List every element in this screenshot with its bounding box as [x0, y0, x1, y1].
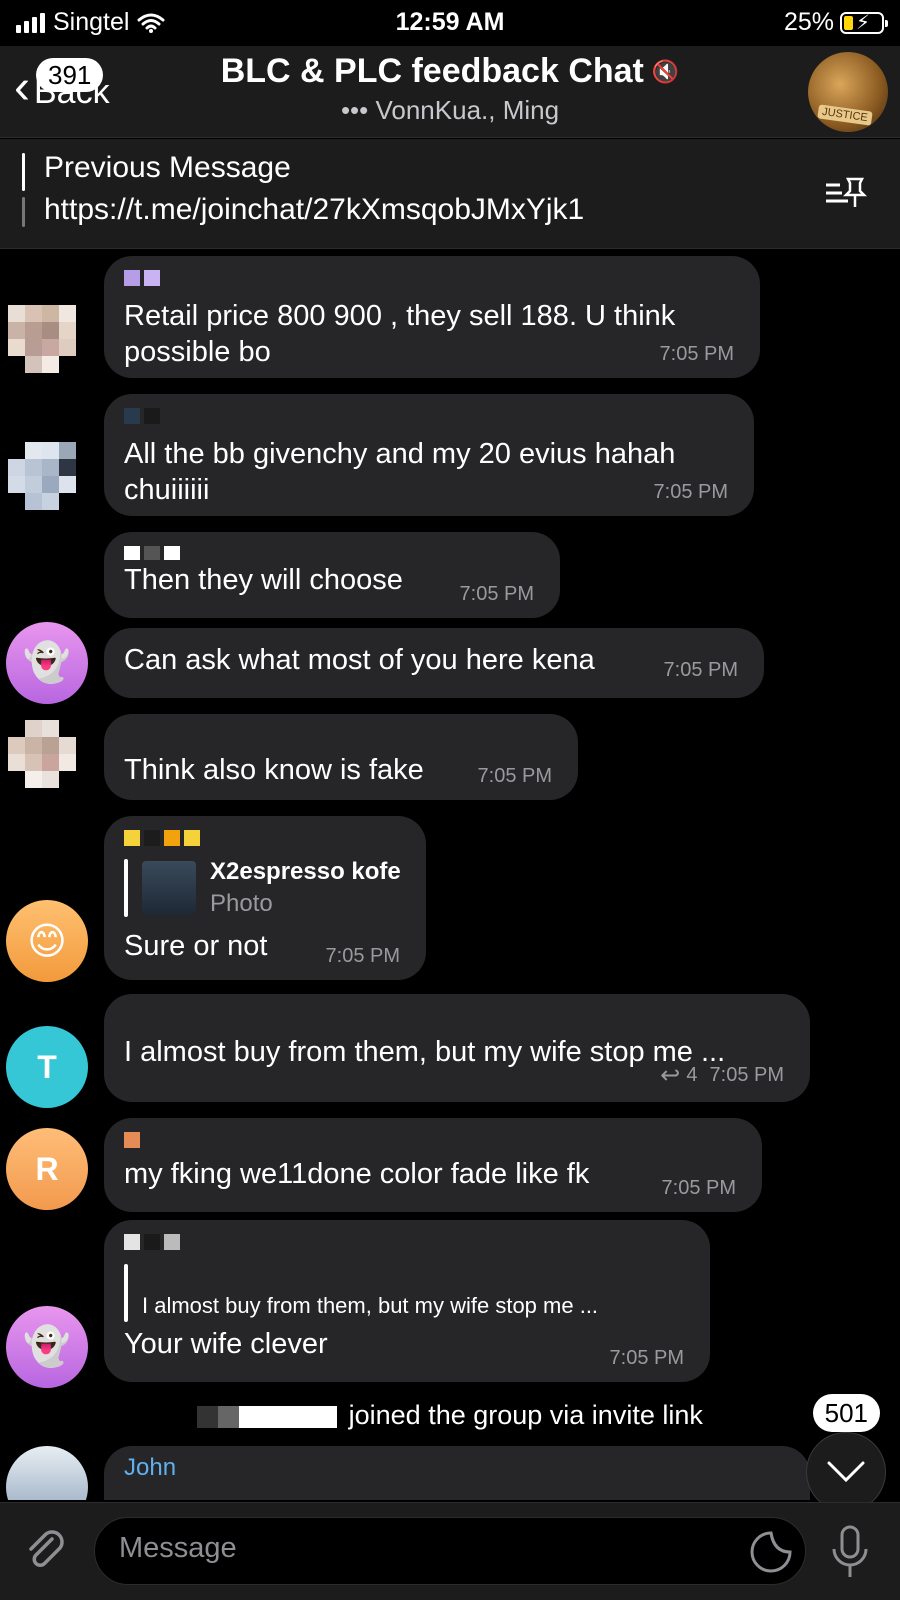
sender-name: [124, 830, 406, 848]
message-time: 7:05 PM: [661, 1177, 736, 1199]
message-time: 7:05 PM: [325, 945, 400, 967]
avatar[interactable]: [6, 1446, 88, 1500]
message-time: 7:05 PM: [663, 659, 738, 681]
pinned-text: https://t.me/joinchat/27kXmsqobJMxYjk1: [44, 193, 585, 226]
sender-name: [124, 546, 540, 560]
reply-bar: [124, 1264, 128, 1322]
unread-count-badge: 501: [812, 1394, 880, 1432]
smiley-icon: 😊: [27, 920, 67, 963]
avatar[interactable]: T: [6, 1026, 88, 1108]
sticker-icon[interactable]: [749, 1530, 793, 1574]
reply-quote: I almost buy from them, but my wife stop…: [142, 1293, 599, 1318]
battery-percent: 25%: [783, 8, 834, 36]
pin-indicator: [22, 153, 25, 235]
message-bubble[interactable]: Retail price 800 900 , they sell 188. U …: [104, 256, 760, 378]
charging-icon: ⚡: [856, 11, 871, 34]
redacted-name: [197, 1405, 338, 1428]
message-text: my fking we11done color fade like fk: [124, 1158, 590, 1190]
typing-status: ••• VonnKua., Ming: [0, 95, 900, 126]
battery-fill: [844, 15, 853, 30]
typing-dots-icon: •••: [340, 95, 369, 125]
avatar[interactable]: R: [6, 1128, 88, 1210]
system-message: joined the group via invite link: [0, 1400, 900, 1431]
message-text: Can ask what most of you here kena: [124, 644, 595, 676]
status-time: 12:59 AM: [395, 8, 505, 36]
battery-icon: ⚡: [840, 11, 888, 34]
message-text: All the bb givenchy and my 20 evius haha…: [124, 438, 676, 506]
reply-count[interactable]: 4: [686, 1064, 697, 1087]
avatar[interactable]: 👻: [6, 622, 88, 704]
avatar[interactable]: [8, 720, 90, 802]
sender-name: [124, 1234, 690, 1252]
status-bar: Singtel 12:59 AM 25% ⚡: [0, 0, 900, 46]
avatar[interactable]: [8, 442, 90, 524]
typing-names: VonnKua., Ming: [375, 95, 560, 125]
chat-title[interactable]: BLC & PLC feedback Chat 🔇: [221, 52, 680, 91]
message-bubble[interactable]: I almost buy from them, but my wife stop…: [104, 1220, 710, 1382]
chevron-down-icon: [827, 1461, 865, 1483]
attach-icon[interactable]: [22, 1527, 70, 1575]
message-bubble[interactable]: John: [104, 1446, 810, 1500]
group-avatar[interactable]: JUSTICE: [808, 52, 888, 132]
message-list[interactable]: Retail price 800 900 , they sell 188. U …: [0, 250, 900, 1500]
pinned-title: Previous Message: [44, 151, 291, 184]
message-field[interactable]: [94, 1517, 806, 1585]
ghost-icon: 👻: [23, 1326, 71, 1368]
ghost-icon: 👻: [23, 642, 71, 684]
group-avatar-label: JUSTICE: [817, 104, 873, 126]
reply-thumbnail: [142, 861, 196, 915]
message-time: 7:05 PM: [477, 765, 552, 787]
chat-title-text: BLC & PLC feedback Chat: [220, 52, 644, 90]
status-right: 25% ⚡: [783, 8, 888, 37]
sender-name: [124, 270, 740, 288]
message-time: 7:05 PM: [659, 343, 734, 365]
message-bubble[interactable]: X2espresso kofe Photo Sure or not 7:05 P…: [104, 816, 426, 980]
message-bubble[interactable]: Then they will choose 7:05 PM: [104, 532, 560, 618]
scroll-down-button[interactable]: [806, 1432, 886, 1512]
reply-author: X2espresso kofe: [210, 858, 401, 885]
muted-icon: 🔇: [651, 58, 680, 84]
message-bubble[interactable]: Can ask what most of you here kena 7:05 …: [104, 628, 764, 698]
message-bubble[interactable]: I almost buy from them, but my wife stop…: [104, 994, 810, 1102]
avatar[interactable]: 👻: [6, 1306, 88, 1388]
message-meta: ↩ 4 7:05 PM: [660, 1061, 784, 1090]
sender-name: John: [124, 1454, 177, 1481]
sender-name: [124, 408, 734, 426]
message-text: Retail price 800 900 , they sell 188. U …: [124, 300, 676, 368]
message-time: 7:05 PM: [653, 481, 728, 503]
avatar[interactable]: 😊: [6, 900, 88, 982]
title-block[interactable]: BLC & PLC feedback Chat 🔇 ••• VonnKua., …: [0, 52, 900, 126]
avatar-initial: R: [35, 1150, 59, 1187]
system-message-text: joined the group via invite link: [348, 1400, 703, 1430]
message-text: Your wife clever: [124, 1328, 328, 1360]
message-time: 7:05 PM: [709, 1064, 784, 1086]
reply-type: Photo: [210, 890, 273, 917]
microphone-icon[interactable]: [830, 1525, 870, 1579]
reply-preview[interactable]: I almost buy from them, but my wife stop…: [124, 1264, 690, 1322]
pin-list-icon[interactable]: [824, 175, 868, 209]
avatar-initial: T: [37, 1048, 57, 1085]
message-bubble[interactable]: Think also know is fake 7:05 PM: [104, 714, 578, 800]
message-input[interactable]: [119, 1532, 699, 1565]
message-bubble[interactable]: my fking we11done color fade like fk 7:0…: [104, 1118, 762, 1212]
message-time: 7:05 PM: [609, 1347, 684, 1369]
chat-header: ‹ Back 391 BLC & PLC feedback Chat 🔇 •••…: [0, 46, 900, 138]
reply-preview[interactable]: X2espresso kofe Photo: [124, 858, 406, 918]
composer: [0, 1502, 900, 1600]
sender-name: [124, 1132, 742, 1150]
pinned-message[interactable]: Previous Message https://t.me/joinchat/2…: [0, 139, 900, 249]
avatar[interactable]: [8, 305, 90, 387]
message-bubble[interactable]: All the bb givenchy and my 20 evius haha…: [104, 394, 754, 516]
reply-arrow-icon[interactable]: ↩: [660, 1061, 680, 1090]
reply-bar: [124, 859, 128, 917]
message-time: 7:05 PM: [459, 583, 534, 605]
